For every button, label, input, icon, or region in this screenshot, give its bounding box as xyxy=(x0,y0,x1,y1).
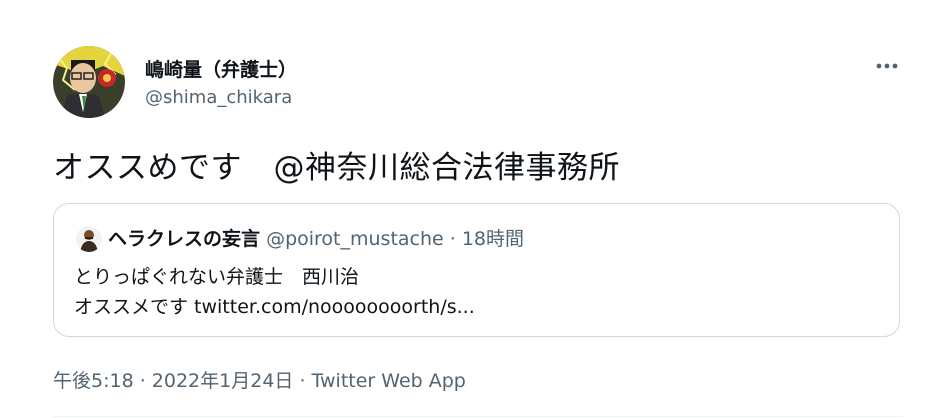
author-handle[interactable]: @shima_chikara xyxy=(145,87,292,108)
meta-separator: · xyxy=(293,370,312,392)
author-avatar[interactable] xyxy=(53,46,125,118)
tweet-time-link[interactable]: 午後5:18 xyxy=(53,370,134,392)
tweet-detail: 嶋崎量（弁護士） @shima_chikara オススめです @神奈川総合法律事… xyxy=(0,0,926,418)
quoted-text-line1: とりっぱぐれない弁護士 西川治 xyxy=(74,266,360,288)
quoted-author-name: ヘラクレスの妄言 xyxy=(108,228,261,250)
tweet-text: オススめです @神奈川総合法律事務所 xyxy=(53,150,620,186)
quoted-author-avatar xyxy=(76,226,102,252)
quoted-time-ago: 18時間 xyxy=(461,228,525,250)
quoted-meta-separator: · xyxy=(443,228,462,250)
meta-separator: · xyxy=(133,370,152,392)
quoted-author-handle: @poirot_mustache xyxy=(266,228,444,250)
tweet-source-link[interactable]: Twitter Web App xyxy=(312,370,466,392)
quoted-text-line2: オススメです twitter.com/noooooooorth/s... xyxy=(74,296,475,318)
more-options-button[interactable] xyxy=(868,52,906,80)
more-horizontal-icon xyxy=(876,63,898,69)
tweet-timestamp-row: 午後5:18 · 2022年1月24日 · Twitter Web App xyxy=(53,366,466,393)
quoted-tweet-card[interactable]: ヘラクレスの妄言 @poirot_mustache · 18時間 とりっぱぐれな… xyxy=(53,203,900,337)
author-display-name[interactable]: 嶋崎量（弁護士） xyxy=(145,55,297,82)
divider xyxy=(53,416,903,417)
cropped-header-text xyxy=(54,0,274,6)
tweet-date-link[interactable]: 2022年1月24日 xyxy=(152,370,294,392)
quoted-tweet-header: ヘラクレスの妄言 @poirot_mustache · 18時間 xyxy=(108,226,524,252)
